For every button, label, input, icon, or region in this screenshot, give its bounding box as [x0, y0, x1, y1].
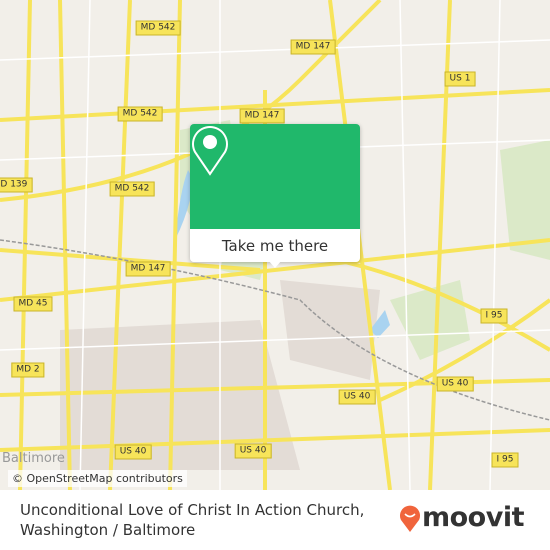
- route-shield: MD 139: [0, 177, 33, 193]
- route-shield: MD 45: [13, 296, 53, 312]
- destination-popup[interactable]: Take me there: [190, 124, 360, 268]
- place-title: Unconditional Love of Christ In Action C…: [20, 500, 364, 540]
- route-shield: MD 542: [135, 20, 181, 36]
- route-shield: MD 147: [290, 39, 336, 55]
- route-shield: MD 2: [11, 362, 45, 378]
- route-shield: I 95: [491, 452, 519, 468]
- footer: Unconditional Love of Christ In Action C…: [0, 490, 550, 550]
- take-me-there-button[interactable]: Take me there: [190, 229, 360, 262]
- route-shield: US 40: [114, 444, 152, 460]
- route-shield: MD 147: [239, 108, 285, 124]
- logo-text: moovit: [422, 502, 525, 533]
- route-shield: US 40: [234, 443, 272, 459]
- route-shield: MD 542: [117, 106, 163, 122]
- route-shield: US 40: [436, 376, 474, 392]
- popup-pointer: [268, 260, 282, 268]
- place-name: Unconditional Love of Christ In Action C…: [20, 501, 365, 519]
- location-pin-icon: [192, 126, 228, 176]
- route-shield: I 95: [480, 308, 508, 324]
- popup-header: [190, 124, 360, 229]
- city-label: Baltimore: [2, 451, 65, 466]
- map-attribution[interactable]: © OpenStreetMap contributors: [8, 470, 187, 487]
- route-shield: US 40: [338, 389, 376, 405]
- moovit-pin-icon: [400, 505, 420, 532]
- route-shield: MD 147: [125, 261, 171, 277]
- route-shield: MD 542: [109, 181, 155, 197]
- route-shield: US 1: [444, 71, 476, 87]
- moovit-logo: moovit: [398, 502, 525, 533]
- place-region: Washington / Baltimore: [20, 521, 196, 539]
- map[interactable]: MD 542 MD 147 US 1 MD 542 MD 147 MD 542 …: [0, 0, 550, 490]
